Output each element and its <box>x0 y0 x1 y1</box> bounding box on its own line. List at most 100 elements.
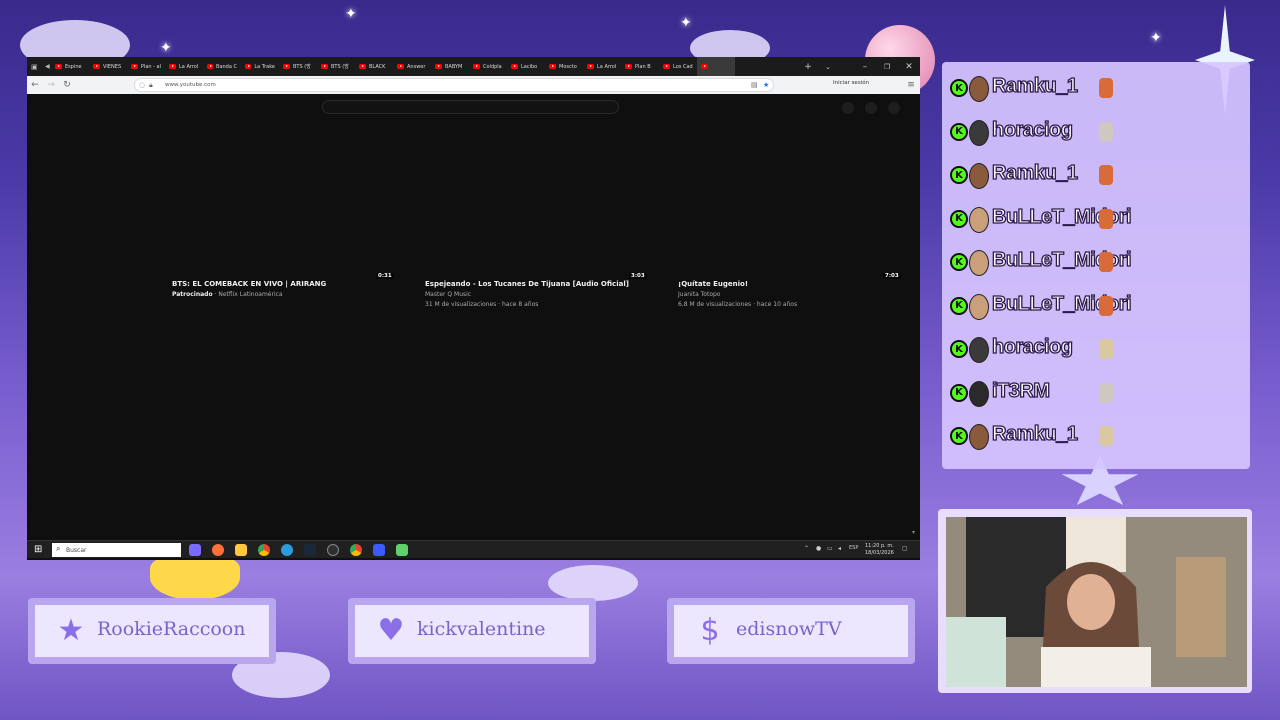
social-panel: $ edisnowTV <box>667 598 915 664</box>
kick-badge-icon: K <box>950 166 968 184</box>
new-tab-button[interactable]: + <box>797 57 819 76</box>
browser-tab[interactable]: BTS (방 <box>279 57 317 76</box>
video-title[interactable]: BTS: EL COMEBACK EN VIVO | ARIRANG <box>172 280 397 288</box>
emote-icon <box>1099 382 1113 403</box>
language-indicator[interactable]: ESP <box>849 545 858 551</box>
video-duration: 0:31 <box>376 273 394 279</box>
youtube-favicon-icon <box>473 64 480 69</box>
video-channel[interactable]: Netflix Latinoamérica <box>218 291 282 298</box>
browser-tab[interactable]: BABYM <box>431 57 469 76</box>
video-card[interactable]: 7:03 ¡Quítate Eugenio! Juanita Totopo 6,… <box>678 273 903 308</box>
browser-tab[interactable]: Answer <box>393 57 431 76</box>
tab-list-button[interactable]: ⌄ <box>817 57 839 76</box>
browser-tab[interactable]: Plan - al <box>127 57 165 76</box>
video-meta: Patrocinado · Netflix Latinoamérica <box>172 291 283 298</box>
volume-icon[interactable]: ◂ <box>838 545 841 552</box>
app-c-icon[interactable] <box>281 544 293 556</box>
avatar <box>969 380 989 407</box>
maximize-button[interactable]: ❐ <box>876 57 898 76</box>
taskbar-clock[interactable]: 11:20 p. m. 18/03/2026 <box>865 543 894 556</box>
network-icon[interactable]: ▭ <box>827 545 833 552</box>
chrome-icon[interactable] <box>258 544 270 556</box>
browser-tab[interactable]: La Arrol <box>165 57 203 76</box>
video-stats: 6,8 M de visualizaciones · hace 10 años <box>678 301 798 308</box>
forward-icon[interactable]: → <box>43 77 59 93</box>
youtube-icon-placeholder[interactable] <box>865 102 877 114</box>
youtube-icon-placeholder[interactable] <box>842 102 854 114</box>
copilot-icon[interactable] <box>189 544 201 556</box>
emote-icon <box>1099 252 1113 272</box>
dollar-icon: $ <box>700 613 720 648</box>
browser-tab[interactable]: La Trake <box>241 57 279 76</box>
tab-label: La Arrol <box>597 63 617 70</box>
browser-tab[interactable]: VIENES <box>89 57 127 76</box>
obs-icon[interactable] <box>327 544 339 556</box>
app-green-icon[interactable] <box>396 544 408 556</box>
youtube-search-box[interactable] <box>322 100 619 114</box>
address-bar[interactable]: ◌ 🔒︎ www.youtube.com ▤ ★ <box>134 78 774 92</box>
kick-badge-icon: K <box>950 209 968 228</box>
kick-badge-icon: K <box>950 122 968 141</box>
youtube-page: 0:31 BTS: EL COMEBACK EN VIVO | ARIRANG … <box>27 94 920 560</box>
bookmark-star-icon[interactable]: ★ <box>763 81 769 89</box>
browser-tab[interactable]: Los Cad <box>659 57 697 76</box>
youtube-avatar-placeholder[interactable] <box>888 102 900 114</box>
chat-message: K BuLLeT_Midori <box>942 246 1250 280</box>
tab-label: Los Cad <box>673 63 693 70</box>
kick-badge-icon: K <box>950 427 968 445</box>
windows-start-icon[interactable]: ⊞ <box>34 544 42 555</box>
signin-button[interactable]: Iniciar sesión <box>833 80 869 86</box>
chat-message: K Ramku_1 <box>942 159 1250 193</box>
scrollbar-arrow[interactable]: ▾ <box>912 529 915 536</box>
tab-audio-icon[interactable]: ◀ <box>41 57 51 76</box>
windows-taskbar: ⊞ ⌕ Buscar ⌃ ● ▭ ◂ ESP 11:20 p. m. 18/03… <box>27 540 920 558</box>
video-title[interactable]: Espejeando - Los Tucanes De Tijuana [Aud… <box>425 280 650 288</box>
tab-actions-icon[interactable]: ▣ <box>27 57 41 76</box>
chrome-alt-icon[interactable] <box>350 544 362 556</box>
emote-icon <box>1099 295 1113 316</box>
video-channel[interactable]: Master Q Music <box>425 291 650 298</box>
video-duration: 7:03 <box>883 273 901 279</box>
browser-tab[interactable]: Moscto <box>545 57 583 76</box>
tab-label: BTS (방 <box>331 64 349 70</box>
video-channel[interactable]: Juanita Totopo <box>678 291 903 298</box>
browser-tab[interactable] <box>697 57 735 76</box>
back-icon[interactable]: ← <box>27 77 43 93</box>
minimize-button[interactable]: – <box>854 57 876 76</box>
browser-tab[interactable]: Coldpla <box>469 57 507 76</box>
video-title[interactable]: ¡Quítate Eugenio! <box>678 280 903 288</box>
reload-icon[interactable]: ↻ <box>59 77 75 93</box>
sponsored-label: Patrocinado <box>172 291 213 298</box>
youtube-favicon-icon <box>207 64 214 69</box>
emote-icon <box>1099 165 1113 185</box>
tray-chevron-icon[interactable]: ⌃ <box>804 545 809 552</box>
reader-view-icon[interactable]: ▤ <box>751 81 758 89</box>
chat-username: horaciog <box>991 118 1073 141</box>
tab-label: Lacibo <box>521 63 538 70</box>
video-card[interactable]: 3:03 Espejeando - Los Tucanes De Tijuana… <box>425 273 650 308</box>
shield-icon: ◌ <box>139 81 146 89</box>
browser-tab[interactable]: Plan B <box>621 57 659 76</box>
app-blue-icon[interactable] <box>373 544 385 556</box>
steam-icon[interactable] <box>304 544 316 556</box>
close-window-button[interactable]: ✕ <box>898 57 920 76</box>
browser-tab[interactable]: Banda C <box>203 57 241 76</box>
chat-message: K Ramku_1 <box>942 420 1250 454</box>
emote-icon <box>1099 426 1113 446</box>
taskbar-search[interactable]: ⌕ Buscar <box>52 543 181 557</box>
browser-tab[interactable]: BLACK <box>355 57 393 76</box>
browser-tab[interactable]: La Arrol <box>583 57 621 76</box>
mic-icon[interactable]: ● <box>816 545 821 552</box>
browser-tab[interactable]: Lacibo <box>507 57 545 76</box>
avatar <box>969 424 989 450</box>
browser-tab[interactable]: BTS (방 <box>317 57 355 76</box>
video-card[interactable]: 0:31 BTS: EL COMEBACK EN VIVO | ARIRANG … <box>172 273 397 298</box>
browser-tab[interactable]: Espine <box>51 57 89 76</box>
youtube-favicon-icon <box>435 64 442 69</box>
menu-icon[interactable]: ≡ <box>903 77 919 93</box>
notification-icon[interactable]: ▢ <box>902 545 908 552</box>
emote-icon <box>1099 339 1113 359</box>
tab-label: La Arrol <box>179 63 199 70</box>
firefox-icon[interactable] <box>212 544 224 556</box>
file-explorer-icon[interactable] <box>235 544 247 556</box>
